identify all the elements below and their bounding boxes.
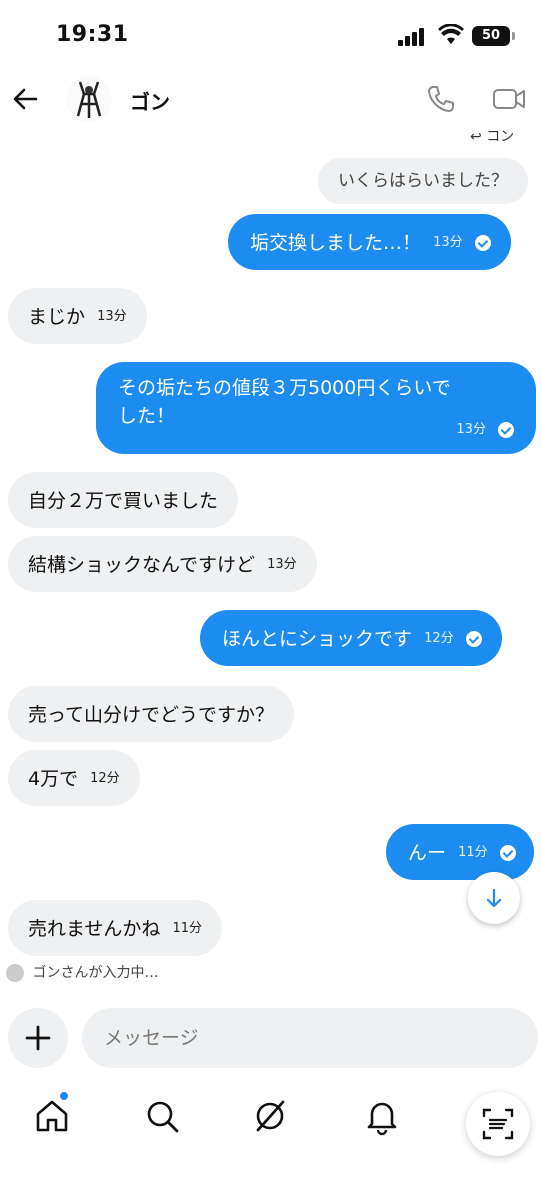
read-check-icon [498,422,514,438]
message-bubble-outgoing[interactable]: その垢たちの値段３万5000円くらいで した！ 13分 [96,362,536,454]
typing-text: ゴンさんが入力中… [32,965,159,981]
chat-thread[interactable]: ↩ コン いくらはらいました？ 垢交換しました…！ 13分 まじか 13分 その… [0,122,542,982]
bottom-navigation [0,1084,542,1200]
message-text: 4万で [28,767,79,790]
message-text: 自分２万で買いました [28,489,219,512]
message-text-line-1: その垢たちの値段３万5000円くらいで [118,377,451,399]
message-text: ほんとにショックです [222,627,413,650]
home-icon[interactable] [32,1096,72,1136]
message-time: 13分 [97,308,127,324]
read-check-icon [465,630,482,647]
read-check-icon [474,234,491,251]
message-text: まじか [28,305,86,328]
message-text: 売って山分けでどうですか？ [28,703,275,726]
message-time: 11分 [172,920,203,936]
back-arrow-icon[interactable] [10,84,40,114]
message-time: 12分 [424,630,454,646]
message-bubble-incoming[interactable]: まじか 13分 [8,288,147,344]
chat-header: ゴン [0,70,542,128]
message-bubble-outgoing[interactable]: 垢交換しました…！ 13分 [228,214,511,270]
message-text: んー [408,841,447,864]
message-input[interactable] [82,1008,538,1068]
avatar-image [66,76,112,122]
quoted-message[interactable]: いくらはらいました？ [318,158,528,204]
message-time: 13分 [267,556,297,572]
message-text: 結構ショックなんですけど [28,553,256,576]
video-icon[interactable] [492,86,526,112]
battery-icon: 50 [472,26,510,46]
status-bar: 19:31 50 [0,0,542,70]
read-check-icon [499,844,516,861]
reply-icon: ↩ [470,129,482,145]
avatar[interactable] [66,76,112,122]
message-time: 11分 [458,844,488,860]
contact-name[interactable]: ゴン [130,86,170,115]
chevron-down-icon [486,888,502,908]
battery-tip [512,32,515,40]
scan-button[interactable] [466,1092,530,1156]
message-text: 売れませんかね [28,917,161,940]
grok-icon[interactable] [250,1096,290,1136]
message-bubble-incoming[interactable]: 売って山分けでどうですか？ [8,686,295,742]
scroll-to-bottom-button[interactable] [468,872,520,924]
phone-icon[interactable] [426,84,456,114]
typing-avatar [6,964,24,982]
search-icon[interactable] [142,1096,182,1136]
status-time: 19:31 [56,22,129,47]
message-bubble-outgoing[interactable]: ほんとにショックです 12分 [200,610,502,666]
reply-label: ↩ コン [470,126,514,146]
message-time: 13分 [433,234,463,250]
reply-target-name: コン [486,129,515,145]
message-bubble-incoming[interactable]: 4万で 12分 [8,750,140,806]
scan-icon [482,1108,514,1140]
plus-icon [25,1025,51,1051]
message-bubble-incoming[interactable]: 売れませんかね 11分 [8,900,223,956]
add-attachment-button[interactable] [8,1008,68,1068]
message-meta: 13分 [450,416,514,445]
message-text: 垢交換しました…！ [250,231,422,254]
signal-icon [398,28,428,46]
message-bubble-incoming[interactable]: 自分２万で買いました [8,472,239,528]
message-time: 13分 [456,422,486,437]
wifi-icon [438,24,464,44]
bell-icon[interactable] [362,1096,402,1136]
message-bubble-incoming[interactable]: 結構ショックなんですけど 13分 [8,536,317,592]
message-time: 12分 [90,770,120,786]
typing-indicator: ゴンさんが入力中… [6,962,158,982]
notification-dot [60,1092,68,1100]
